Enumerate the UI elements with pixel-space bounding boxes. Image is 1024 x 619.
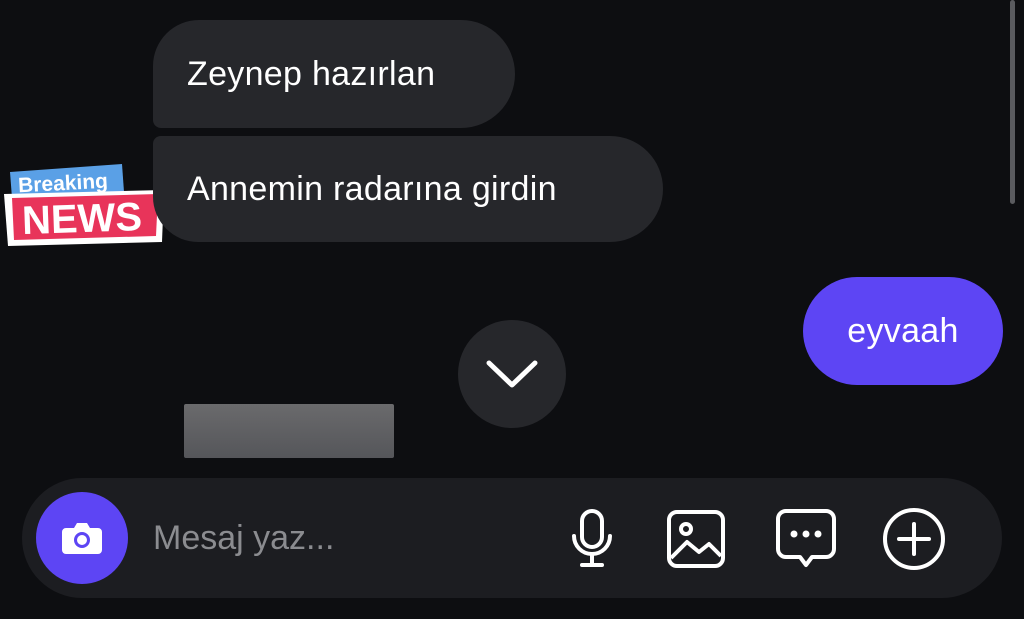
more-options-button[interactable] <box>878 503 950 575</box>
message-input[interactable] <box>153 510 533 566</box>
microphone-icon <box>572 509 612 567</box>
plus-icon <box>883 508 945 570</box>
message-received[interactable]: Annemin radarına girdin <box>153 136 663 242</box>
sticker-button[interactable] <box>770 503 842 575</box>
chat-screen: Zeynep hazırlan Breaking NEWS Annemin ra… <box>0 0 1024 619</box>
breaking-news-sticker: Breaking NEWS <box>4 160 166 252</box>
image-icon <box>667 510 725 568</box>
message-text: eyvaah <box>847 311 959 350</box>
scrollbar[interactable] <box>1010 0 1015 204</box>
redacted-attachment[interactable] <box>184 404 394 458</box>
message-text: Zeynep hazırlan <box>187 54 436 93</box>
chevron-down-icon <box>486 360 538 388</box>
sticker-icon <box>776 509 836 567</box>
sticker-line2: NEWS <box>21 195 142 243</box>
voice-message-button[interactable] <box>556 503 628 575</box>
scroll-to-bottom-button[interactable] <box>458 320 566 428</box>
message-received[interactable]: Zeynep hazırlan <box>153 20 515 128</box>
message-text: Annemin radarına girdin <box>187 169 557 208</box>
message-sent[interactable]: eyvaah <box>803 277 1003 385</box>
camera-button[interactable] <box>36 492 128 584</box>
gallery-button[interactable] <box>660 503 732 575</box>
camera-icon <box>62 523 102 554</box>
